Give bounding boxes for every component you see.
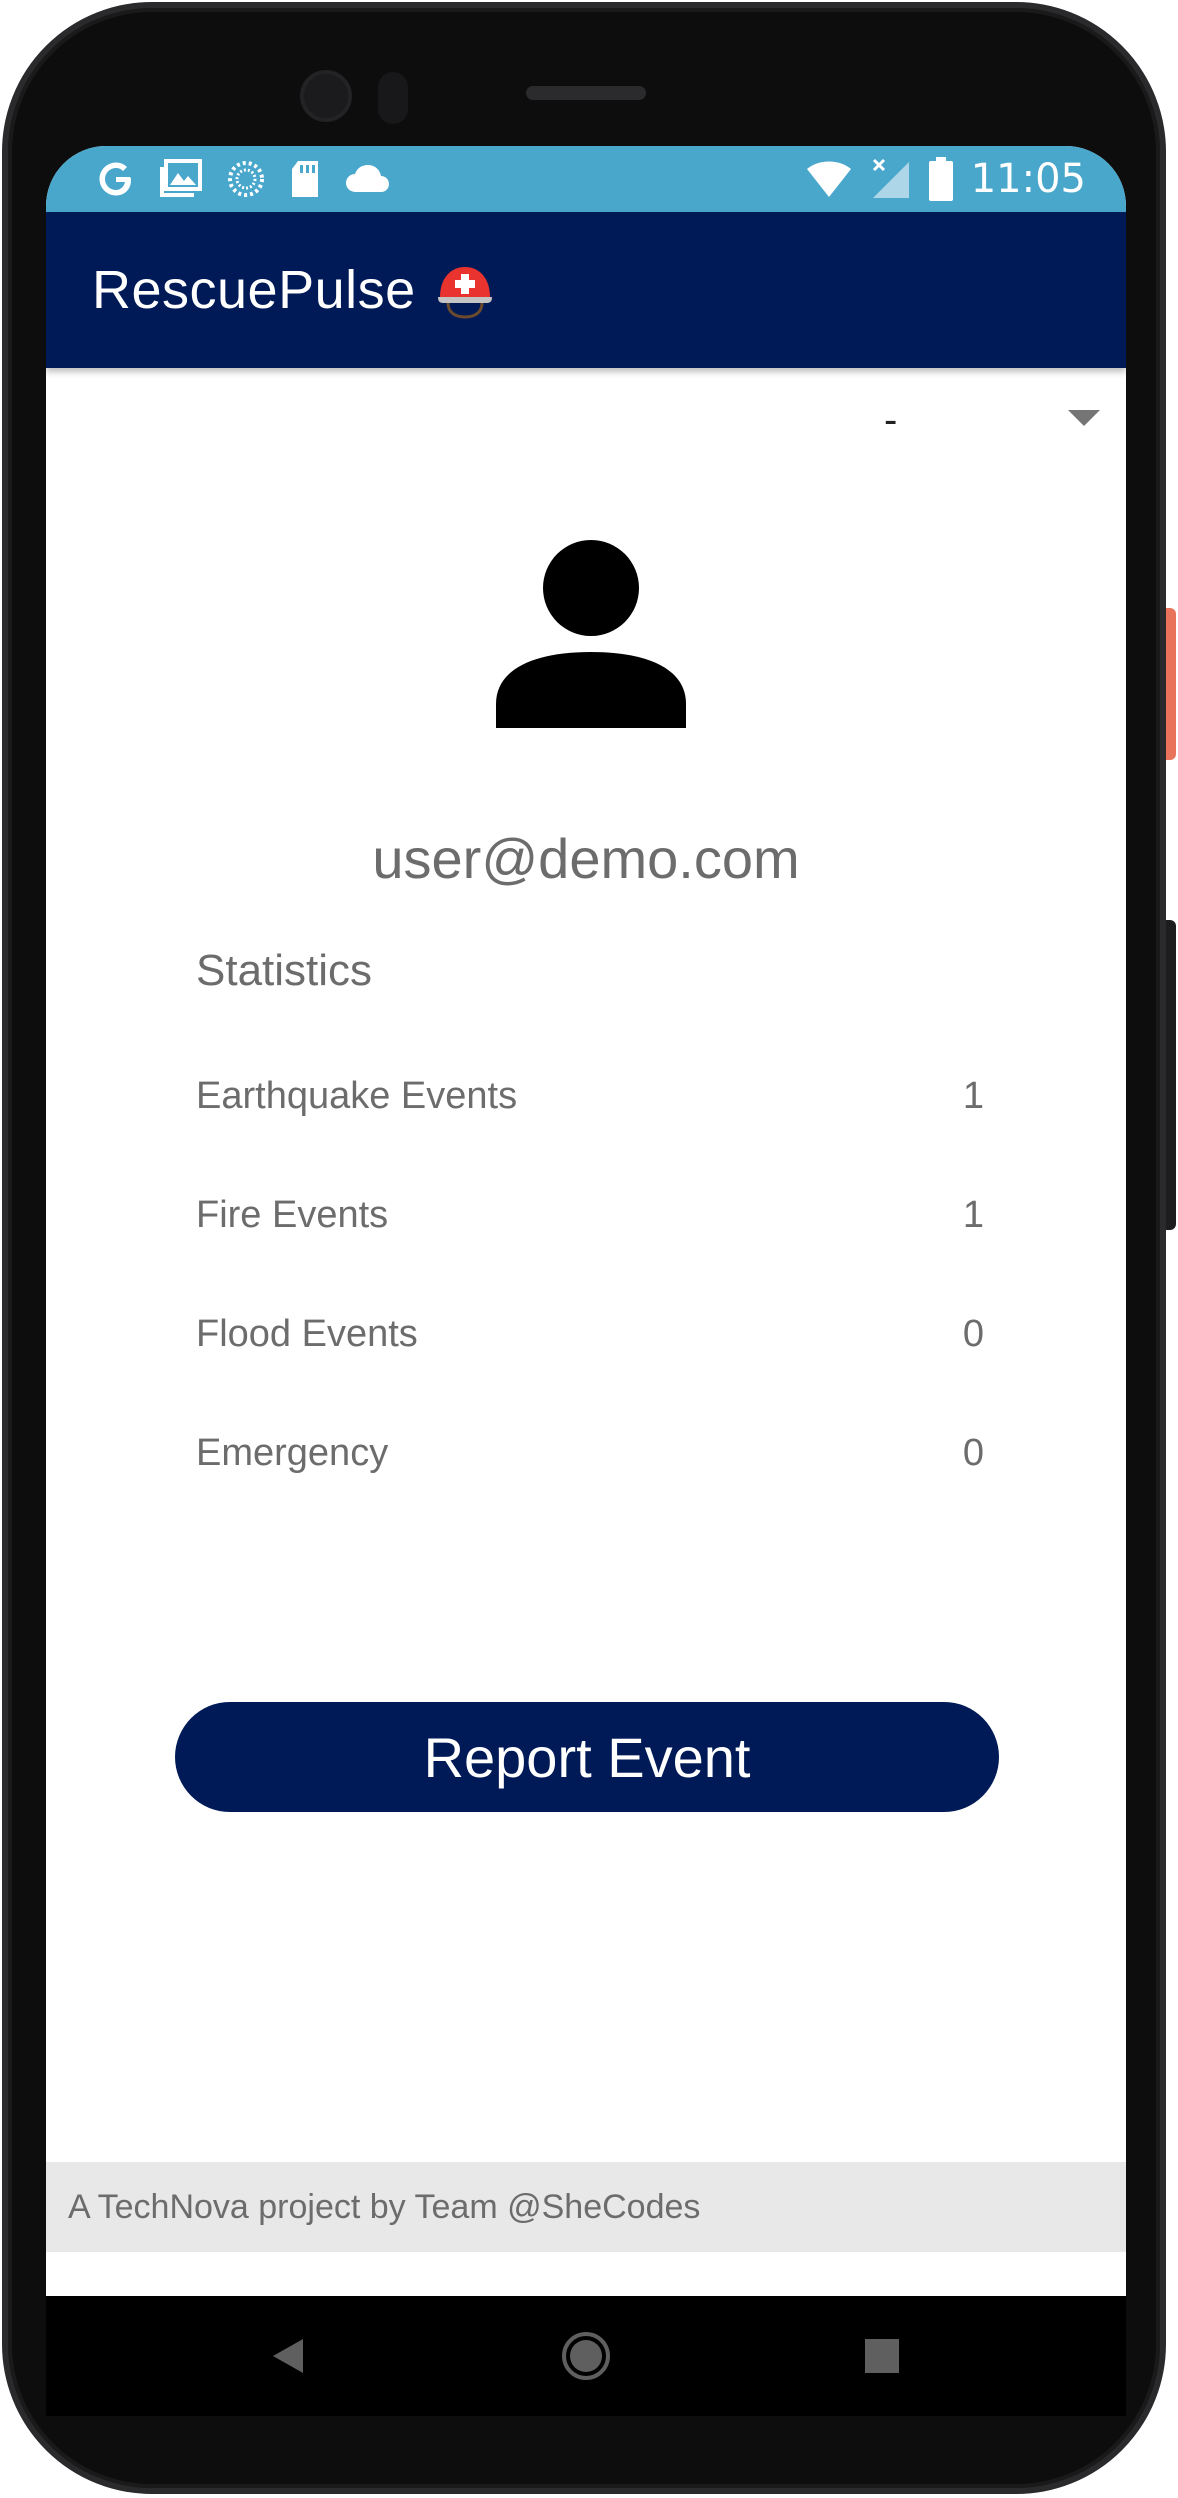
stat-row-flood: Flood Events 0 [196, 1304, 986, 1364]
footer-credit: A TechNova project by Team @SheCodes [68, 2187, 701, 2226]
recents-icon[interactable] [822, 2296, 942, 2416]
stat-row-earthquake: Earthquake Events 1 [196, 1066, 986, 1126]
chevron-down-icon [1068, 410, 1100, 426]
google-icon [96, 159, 136, 199]
sensor [378, 72, 408, 124]
stat-label: Flood Events [196, 1312, 418, 1355]
footer: A TechNova project by Team @SheCodes [46, 2162, 1126, 2252]
power-button [1166, 608, 1176, 760]
clock: 11:05 [970, 156, 1086, 202]
navigation-bar [46, 2296, 1126, 2416]
stat-value: 0 [962, 1431, 984, 1474]
home-icon[interactable] [526, 2296, 646, 2416]
app-title: RescuePulse [92, 260, 416, 320]
report-event-button[interactable]: Report Event [175, 1702, 999, 1812]
selector-dropdown[interactable]: - [776, 368, 1126, 466]
front-camera [300, 70, 352, 122]
stat-label: Fire Events [196, 1193, 389, 1236]
sync-icon [226, 159, 266, 199]
stat-label: Earthquake Events [196, 1074, 518, 1117]
dropdown-value: - [884, 398, 898, 442]
statistics-title: Statistics [196, 946, 373, 995]
no-signal-icon [871, 158, 911, 200]
screen: 11:05 RescuePulse - user@demo.com Statis… [46, 146, 1126, 2416]
person-icon [496, 540, 686, 730]
app-bar: RescuePulse [46, 212, 1126, 368]
battery-icon [928, 157, 953, 201]
stat-value: 1 [962, 1074, 984, 1117]
rescue-helmet-icon [434, 259, 496, 321]
stat-row-fire: Fire Events 1 [196, 1185, 986, 1245]
status-bar: 11:05 [46, 146, 1126, 212]
earpiece-speaker [526, 86, 646, 100]
cloud-icon [344, 162, 390, 196]
stat-value: 1 [962, 1193, 984, 1236]
gallery-icon [158, 159, 204, 199]
wifi-icon [805, 159, 853, 199]
stat-value: 0 [962, 1312, 984, 1355]
volume-button [1166, 920, 1176, 1230]
phone-device: 11:05 RescuePulse - user@demo.com Statis… [0, 0, 1178, 2498]
stat-row-emergency: Emergency 0 [196, 1423, 986, 1483]
sd-card-icon [288, 159, 322, 199]
back-icon[interactable] [228, 2296, 348, 2416]
user-email: user@demo.com [372, 827, 800, 890]
stat-label: Emergency [196, 1431, 389, 1474]
statistics-section: Statistics Earthquake Events 1 Fire Even… [196, 946, 986, 1474]
